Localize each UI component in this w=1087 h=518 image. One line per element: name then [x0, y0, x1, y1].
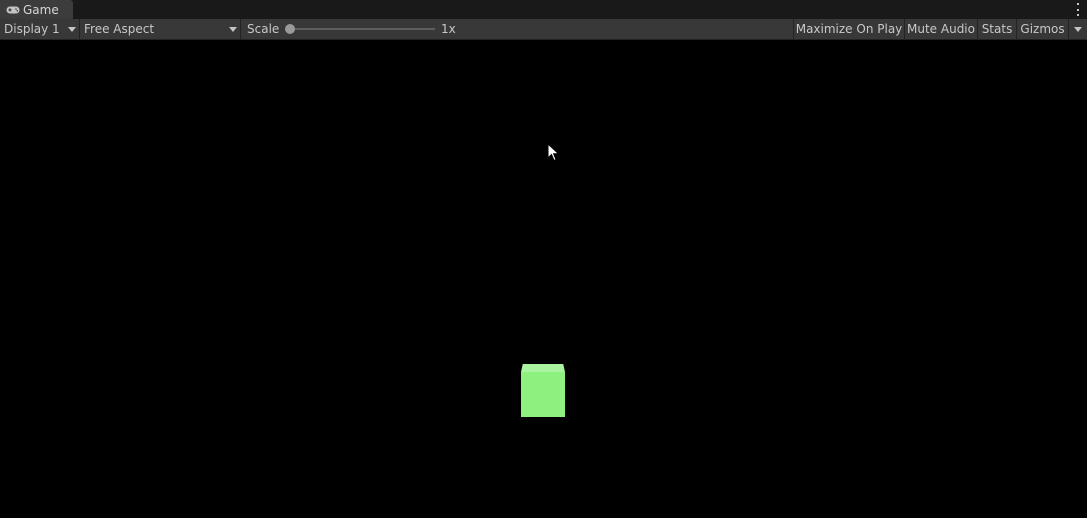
gamepad-icon: [6, 6, 20, 13]
mute-audio-button[interactable]: Mute Audio: [904, 19, 977, 39]
chevron-down-icon: [68, 27, 76, 32]
maximize-on-play-button[interactable]: Maximize On Play: [793, 19, 904, 39]
gizmos-button[interactable]: Gizmos: [1016, 19, 1068, 39]
game-toolbar: Display 1 Free Aspect Scale 1x Maximize …: [0, 19, 1087, 40]
aspect-dropdown-label: Free Aspect: [84, 22, 155, 36]
aspect-dropdown[interactable]: Free Aspect: [80, 19, 241, 39]
green-cube: [521, 364, 565, 417]
window-tab-bar: Game: [0, 0, 1087, 19]
chevron-down-icon: [1074, 27, 1082, 32]
scale-slider-thumb[interactable]: [285, 24, 295, 34]
scale-value: 1x: [441, 22, 456, 36]
tab-game[interactable]: Game: [0, 0, 73, 19]
scale-slider-track[interactable]: [289, 28, 435, 30]
cube-top-face: [521, 364, 565, 372]
scale-label: Scale: [247, 22, 280, 36]
chevron-down-icon: [229, 27, 237, 32]
display-dropdown[interactable]: Display 1: [0, 19, 80, 39]
mouse-cursor-icon: [547, 143, 560, 162]
display-dropdown-label: Display 1: [4, 22, 60, 36]
game-viewport[interactable]: [0, 40, 1087, 518]
gizmos-dropdown[interactable]: [1068, 19, 1087, 39]
stats-button[interactable]: Stats: [977, 19, 1016, 39]
cube-front-face: [521, 372, 565, 417]
tab-game-label: Game: [23, 2, 59, 17]
more-options-icon[interactable]: [1075, 3, 1081, 16]
